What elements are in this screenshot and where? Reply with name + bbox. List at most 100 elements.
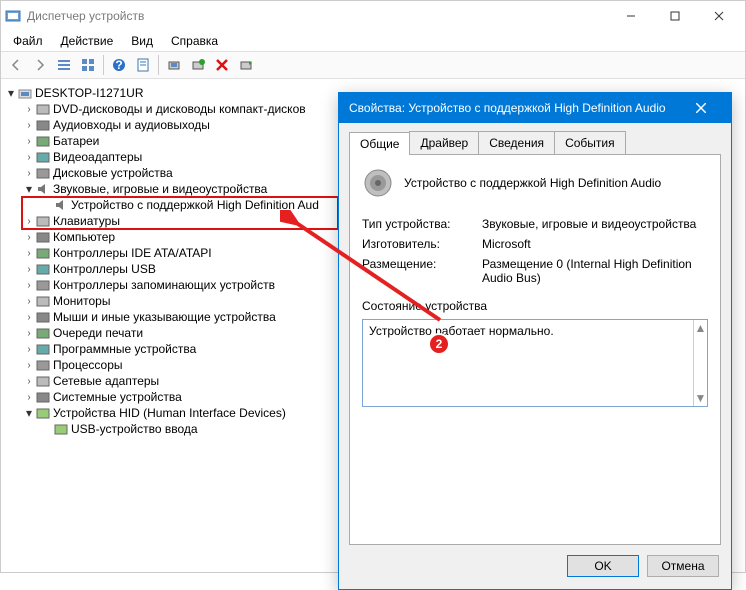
scan-icon[interactable] <box>163 54 185 76</box>
device-icon <box>35 101 51 117</box>
device-icon <box>35 389 51 405</box>
device-icon <box>35 133 51 149</box>
titlebar: Диспетчер устройств <box>1 1 745 31</box>
device-icon <box>35 357 51 373</box>
properties-icon[interactable] <box>132 54 154 76</box>
device-icon <box>53 197 69 213</box>
help-icon[interactable]: ? <box>108 54 130 76</box>
device-icon <box>35 325 51 341</box>
chevron-icon[interactable]: › <box>23 216 35 227</box>
menu-action[interactable]: Действие <box>53 32 122 50</box>
properties-dialog: Свойства: Устройство с поддержкой High D… <box>338 92 732 590</box>
window-title: Диспетчер устройств <box>27 9 609 23</box>
tab-events[interactable]: События <box>554 131 626 154</box>
device-icon <box>35 181 51 197</box>
chevron-icon[interactable]: › <box>23 104 35 115</box>
chevron-icon[interactable]: ▾ <box>23 182 35 196</box>
refresh-icon[interactable] <box>235 54 257 76</box>
tree-label: Клавиатуры <box>53 214 120 228</box>
menu-file[interactable]: Файл <box>5 32 51 50</box>
chevron-icon[interactable]: › <box>23 392 35 403</box>
separator <box>103 55 104 75</box>
app-icon <box>5 8 21 24</box>
menu-help[interactable]: Справка <box>163 32 226 50</box>
tree-label: Видеоадаптеры <box>53 150 142 164</box>
tree-label: Процессоры <box>53 358 123 372</box>
tree-label: Мыши и иные указывающие устройства <box>53 310 276 324</box>
tree-label: Очереди печати <box>53 326 143 340</box>
tree-label: Устройства HID (Human Interface Devices) <box>53 406 286 420</box>
tree-label: Контроллеры USB <box>53 262 156 276</box>
device-icon <box>35 341 51 357</box>
tree-label: Программные устройства <box>53 342 196 356</box>
chevron-icon[interactable]: › <box>23 280 35 291</box>
menu-view[interactable]: Вид <box>123 32 161 50</box>
grid-icon[interactable] <box>77 54 99 76</box>
chevron-icon[interactable]: › <box>23 168 35 179</box>
chevron-icon[interactable]: › <box>23 376 35 387</box>
status-textbox[interactable]: Устройство работает нормально. ▲▼ <box>362 319 708 407</box>
label-mfg: Изготовитель: <box>362 237 482 251</box>
chevron-icon[interactable]: › <box>23 312 35 323</box>
device-icon <box>35 117 51 133</box>
chevron-icon[interactable]: › <box>23 152 35 163</box>
device-icon <box>53 421 69 437</box>
list-icon[interactable] <box>53 54 75 76</box>
chevron-icon[interactable]: ▾ <box>23 406 35 420</box>
device-icon <box>35 149 51 165</box>
device-icon <box>35 261 51 277</box>
device-icon <box>35 213 51 229</box>
chevron-icon[interactable]: › <box>23 120 35 131</box>
tree-label: DVD-дисководы и дисководы компакт-дисков <box>53 102 306 116</box>
separator <box>158 55 159 75</box>
device-icon <box>35 277 51 293</box>
device-icon <box>17 85 33 101</box>
scrollbar[interactable]: ▲▼ <box>693 320 707 406</box>
chevron-icon[interactable]: › <box>23 360 35 371</box>
tree-label: Аудиовходы и аудиовыходы <box>53 118 210 132</box>
device-icon <box>35 165 51 181</box>
back-button[interactable] <box>5 54 27 76</box>
dialog-close-button[interactable] <box>681 93 721 123</box>
chevron-icon[interactable]: › <box>23 232 35 243</box>
device-name: Устройство с поддержкой High Definition … <box>404 176 661 190</box>
value-type: Звуковые, игровые и видеоустройства <box>482 217 708 231</box>
delete-icon[interactable] <box>211 54 233 76</box>
tab-general[interactable]: Общие <box>349 132 410 155</box>
chevron-icon[interactable]: › <box>23 248 35 259</box>
value-loc: Размещение 0 (Internal High Definition A… <box>482 257 708 285</box>
device-icon <box>35 373 51 389</box>
device-icon <box>35 245 51 261</box>
tab-details[interactable]: Сведения <box>478 131 555 154</box>
chevron-icon[interactable]: › <box>23 264 35 275</box>
label-status: Состояние устройства <box>362 299 708 313</box>
tree-label: Сетевые адаптеры <box>53 374 159 388</box>
tab-strip: Общие Драйвер Сведения События <box>349 131 721 155</box>
annotation-badge-2: 2 <box>428 333 450 355</box>
minimize-button[interactable] <box>609 2 653 30</box>
tab-driver[interactable]: Драйвер <box>409 131 479 154</box>
svg-text:?: ? <box>115 58 122 72</box>
tree-label: Дисковые устройства <box>53 166 173 180</box>
value-mfg: Microsoft <box>482 237 708 251</box>
maximize-button[interactable] <box>653 2 697 30</box>
close-button[interactable] <box>697 2 741 30</box>
tree-label: USB-устройство ввода <box>71 422 198 436</box>
ok-button[interactable]: OK <box>567 555 639 577</box>
forward-button[interactable] <box>29 54 51 76</box>
device-icon <box>35 309 51 325</box>
cancel-button[interactable]: Отмена <box>647 555 719 577</box>
update-icon[interactable] <box>187 54 209 76</box>
chevron-icon[interactable]: › <box>23 344 35 355</box>
device-icon <box>35 405 51 421</box>
dialog-body: Общие Драйвер Сведения События Устройств… <box>339 123 731 589</box>
chevron-icon[interactable]: ▾ <box>5 86 17 100</box>
device-icon <box>35 229 51 245</box>
tree-label: Устройство с поддержкой High Definition … <box>71 198 319 212</box>
label-type: Тип устройства: <box>362 217 482 231</box>
chevron-icon[interactable]: › <box>23 328 35 339</box>
chevron-icon[interactable]: › <box>23 296 35 307</box>
tree-label: Батареи <box>53 134 99 148</box>
status-text: Устройство работает нормально. <box>369 324 554 338</box>
chevron-icon[interactable]: › <box>23 136 35 147</box>
